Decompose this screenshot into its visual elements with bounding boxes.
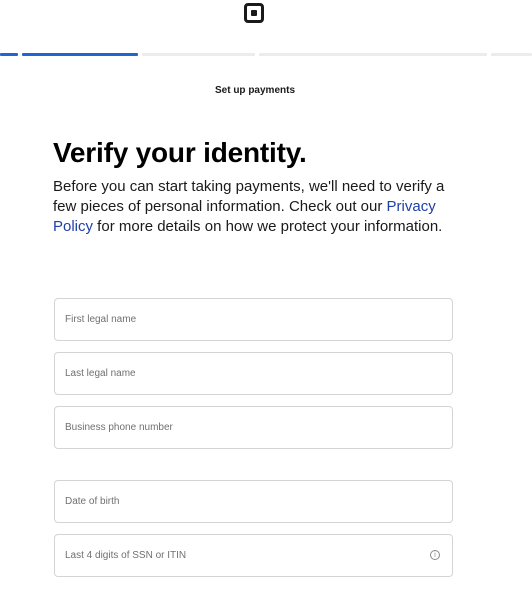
step-label: Set up payments bbox=[214, 85, 296, 96]
phone-input[interactable] bbox=[55, 407, 452, 448]
dob-field[interactable] bbox=[54, 480, 453, 523]
page-title: Verify your identity. bbox=[53, 137, 307, 168]
intro-text-after-link: for more details on how we protect your … bbox=[93, 218, 443, 235]
ssn-input[interactable] bbox=[55, 535, 452, 576]
ssn-field[interactable]: i bbox=[54, 534, 453, 577]
progress-segment-5 bbox=[491, 53, 532, 56]
progress-segment-4 bbox=[259, 53, 487, 56]
phone-field[interactable] bbox=[54, 406, 453, 449]
info-icon[interactable]: i bbox=[430, 550, 440, 560]
progress-segment-1 bbox=[0, 53, 18, 56]
last-name-input[interactable] bbox=[55, 353, 452, 394]
first-name-input[interactable] bbox=[55, 299, 452, 340]
progress-segment-2 bbox=[22, 53, 138, 56]
square-logo-inner bbox=[251, 10, 257, 16]
last-name-field[interactable] bbox=[54, 352, 453, 395]
square-logo-icon bbox=[244, 3, 264, 23]
intro-text: Before you can start taking payments, we… bbox=[53, 177, 463, 237]
progress-segment-3 bbox=[142, 53, 255, 56]
dob-input[interactable] bbox=[55, 481, 452, 522]
first-name-field[interactable] bbox=[54, 298, 453, 341]
